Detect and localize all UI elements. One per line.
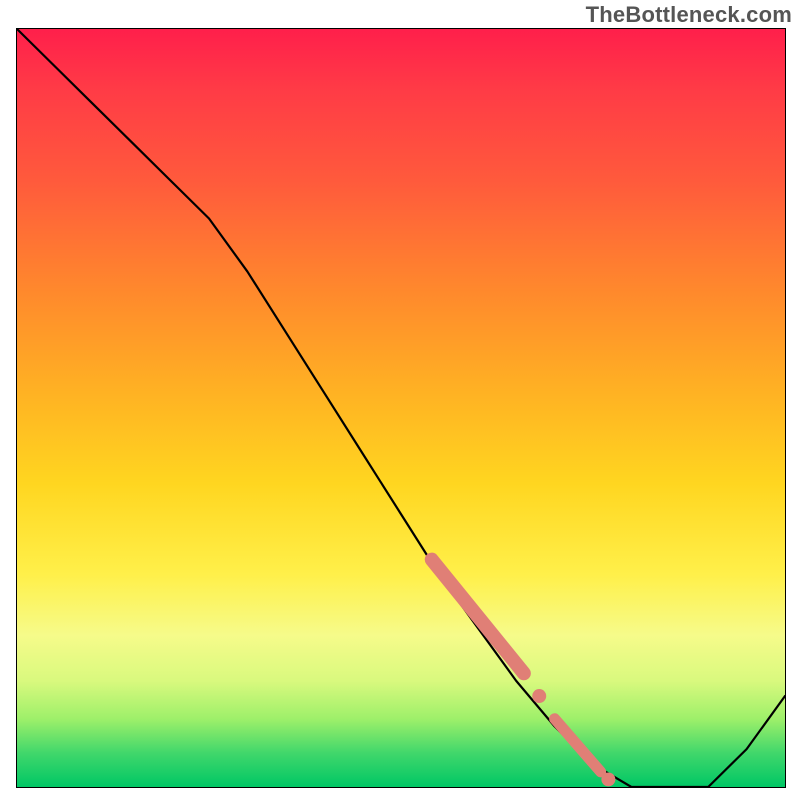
highlight-point	[532, 689, 546, 703]
highlight-point	[601, 772, 615, 786]
bottleneck-curve	[17, 29, 785, 787]
highlight-segment	[555, 719, 601, 772]
highlight-segment	[432, 560, 524, 674]
chart-container: TheBottleneck.com	[0, 0, 800, 800]
watermark-text: TheBottleneck.com	[586, 2, 792, 28]
plot-area	[16, 28, 786, 788]
chart-svg	[17, 29, 785, 787]
